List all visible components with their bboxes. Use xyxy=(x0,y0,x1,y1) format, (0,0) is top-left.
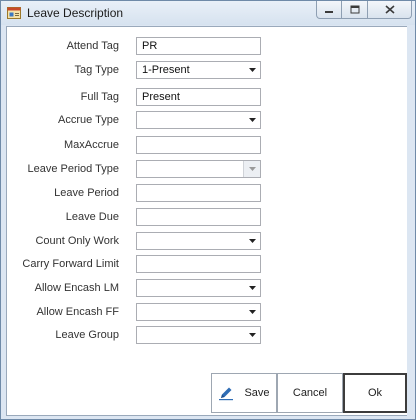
title-bar[interactable]: Leave Description xyxy=(1,1,415,25)
form-row-count-only-work: Count Only Work xyxy=(7,232,407,252)
save-label: Save xyxy=(244,387,270,399)
count-only-work-label: Count Only Work xyxy=(35,235,119,247)
dropdown-arrow-icon[interactable] xyxy=(244,62,260,78)
accrue-type-dropdown[interactable] xyxy=(136,111,261,129)
maximize-button[interactable] xyxy=(341,1,368,19)
cancel-button[interactable]: Cancel xyxy=(277,373,343,413)
form-row-allow-encash-ff: Allow Encash FF xyxy=(7,303,407,323)
form-row-leave-period: Leave Period xyxy=(7,184,407,204)
leave-group-label: Leave Group xyxy=(55,329,119,341)
save-button[interactable]: Save xyxy=(211,373,277,413)
form-row-maxaccrue: MaxAccrue xyxy=(7,136,407,156)
form-row-tag-type: Tag Type 1-Present xyxy=(7,61,407,81)
dropdown-arrow-icon[interactable] xyxy=(244,304,260,320)
minimize-button[interactable] xyxy=(316,1,342,19)
maximize-icon xyxy=(350,5,359,14)
allow-encash-ff-label: Allow Encash FF xyxy=(36,306,119,318)
leave-period-type-label: Leave Period Type xyxy=(27,163,119,175)
form-row-accrue-type: Accrue Type xyxy=(7,111,407,131)
ok-label: Ok xyxy=(367,387,383,399)
pencil-icon xyxy=(219,387,234,401)
carry-forward-limit-input[interactable] xyxy=(136,255,261,273)
leave-description-dialog: Leave Description Attend Tag PR Tag Type 1-… xyxy=(0,0,416,420)
form-row-leave-due: Leave Due xyxy=(7,208,407,228)
leave-due-input[interactable] xyxy=(136,208,261,226)
attend-tag-value: PR xyxy=(142,40,158,52)
dropdown-arrow-icon[interactable] xyxy=(244,327,260,343)
form-row-leave-period-type: Leave Period Type xyxy=(7,160,407,180)
cancel-label: Cancel xyxy=(292,387,328,399)
form-body: Attend Tag PR Tag Type 1-Present Full Tag Pre… xyxy=(6,26,408,416)
leave-period-input[interactable] xyxy=(136,184,261,202)
attend-tag-input[interactable]: PR xyxy=(136,37,261,55)
form-app-icon xyxy=(7,7,21,19)
count-only-work-dropdown[interactable] xyxy=(136,232,261,250)
dropdown-arrow-icon[interactable] xyxy=(243,161,260,177)
accrue-type-label: Accrue Type xyxy=(58,114,119,126)
right-edge-strip xyxy=(407,26,415,416)
form-row-full-tag: Full Tag Present xyxy=(7,88,407,108)
dropdown-arrow-icon[interactable] xyxy=(244,233,260,249)
tag-type-value: 1-Present xyxy=(142,64,190,76)
leave-group-dropdown[interactable] xyxy=(136,326,261,344)
allow-encash-ff-dropdown[interactable] xyxy=(136,303,261,321)
close-button[interactable] xyxy=(367,1,412,19)
form-row-leave-group: Leave Group xyxy=(7,326,407,346)
full-tag-input[interactable]: Present xyxy=(136,88,261,106)
dropdown-arrow-icon[interactable] xyxy=(244,112,260,128)
tag-type-label: Tag Type xyxy=(74,64,119,76)
form-row-carry-forward-limit: Carry Forward Limit xyxy=(7,255,407,275)
allow-encash-lm-label: Allow Encash LM xyxy=(34,282,119,294)
ok-button[interactable]: Ok xyxy=(343,373,407,413)
maxaccrue-label: MaxAccrue xyxy=(63,139,119,151)
dropdown-arrow-icon[interactable] xyxy=(244,280,260,296)
carry-forward-limit-label: Carry Forward Limit xyxy=(22,258,119,270)
form-row-attend-tag: Attend Tag PR xyxy=(7,37,407,57)
attend-tag-label: Attend Tag xyxy=(66,40,119,52)
full-tag-label: Full Tag xyxy=(80,91,119,103)
close-icon xyxy=(384,5,395,14)
leave-due-label: Leave Due xyxy=(65,211,119,223)
leave-period-label: Leave Period xyxy=(54,187,119,199)
form-row-allow-encash-lm: Allow Encash LM xyxy=(7,279,407,299)
maxaccrue-input[interactable] xyxy=(136,136,261,154)
window-title: Leave Description xyxy=(27,6,124,20)
allow-encash-lm-dropdown[interactable] xyxy=(136,279,261,297)
leave-period-type-dropdown[interactable] xyxy=(136,160,261,178)
tag-type-dropdown[interactable]: 1-Present xyxy=(136,61,261,79)
minimize-icon xyxy=(325,10,333,13)
button-bar: Save Cancel Ok xyxy=(7,371,407,415)
full-tag-value: Present xyxy=(142,91,180,103)
